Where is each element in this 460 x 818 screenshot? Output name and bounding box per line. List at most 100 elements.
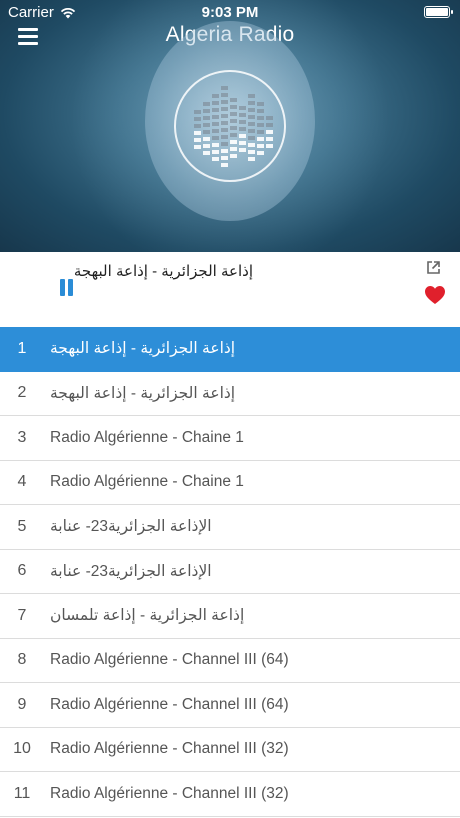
station-name: Radio Algérienne - Channel III (64) (50, 651, 289, 669)
station-name: Radio Algérienne - Channel III (64) (50, 695, 289, 713)
pause-icon[interactable] (58, 279, 76, 297)
station-number: 10 (13, 740, 31, 758)
station-name: إذاعة الجزائرية - إذاعة البهجة (50, 384, 236, 402)
equalizer-icon (194, 86, 273, 167)
equalizer-segment (221, 121, 228, 125)
equalizer-segment (203, 116, 210, 120)
equalizer-segment (221, 163, 228, 167)
station-row[interactable]: 4 Radio Algérienne - Chaine 1 (0, 461, 460, 505)
equalizer-segment (239, 141, 246, 145)
equalizer-segment (239, 148, 246, 152)
station-row[interactable]: 7 إذاعة الجزائرية - إذاعة تلمسان (0, 594, 460, 639)
equalizer-segment (248, 101, 255, 105)
station-number: 2 (17, 384, 27, 402)
equalizer-segment (221, 86, 228, 90)
equalizer-segment (212, 143, 219, 147)
station-number: 8 (17, 651, 27, 669)
station-number: 3 (17, 428, 27, 446)
equalizer-segment (212, 115, 219, 119)
equalizer-segment (257, 151, 264, 155)
equalizer-segment (257, 102, 264, 106)
equalizer-segment (257, 109, 264, 113)
equalizer-segment (266, 116, 273, 120)
station-name: Radio Algérienne - Channel III (32) (50, 784, 289, 802)
station-name: الإذاعة الجزائرية23- عنابة (50, 518, 212, 536)
equalizer-segment (239, 113, 246, 117)
station-name: Radio Algérienne - Channel III (32) (50, 740, 289, 758)
equalizer-segment (203, 137, 210, 141)
equalizer-segment (212, 122, 219, 126)
equalizer-segment (230, 119, 237, 123)
station-row[interactable]: 11 Radio Algérienne - Channel III (32) (0, 772, 460, 817)
equalizer-segment (248, 129, 255, 133)
now-playing-title: إذاعة الجزائرية - إذاعة البهجة (73, 263, 253, 280)
equalizer-segment (230, 133, 237, 137)
equalizer-segment (266, 123, 273, 127)
station-row[interactable]: 9 Radio Algérienne - Channel III (64) (0, 683, 460, 728)
station-number: 9 (17, 695, 27, 713)
station-list: 1 إذاعة الجزائرية - إذاعة البهجة 2 إذاعة ال… (0, 327, 460, 818)
external-link-icon[interactable] (426, 260, 441, 275)
equalizer-segment (221, 142, 228, 146)
equalizer-segment (248, 115, 255, 119)
equalizer-segment (239, 134, 246, 138)
equalizer-segment (239, 120, 246, 124)
equalizer-segment (257, 144, 264, 148)
station-row[interactable]: 3 Radio Algérienne - Chaine 1 (0, 416, 460, 461)
equalizer-segment (212, 108, 219, 112)
equalizer-segment (248, 108, 255, 112)
station-name: الإذاعة الجزائرية23- عنابة (50, 562, 212, 580)
equalizer-segment (257, 123, 264, 127)
equalizer-segment (239, 106, 246, 110)
equalizer-segment (230, 147, 237, 151)
station-row[interactable]: 6 الإذاعة الجزائرية23- عنابة (0, 550, 460, 594)
battery-icon (424, 6, 453, 18)
equalizer-segment (230, 105, 237, 109)
equalizer-segment (203, 109, 210, 113)
station-number: 6 (17, 562, 27, 580)
equalizer-segment (203, 130, 210, 134)
equalizer-segment (257, 137, 264, 141)
station-number: 5 (17, 517, 27, 535)
equalizer-segment (194, 138, 201, 142)
equalizer-segment (212, 129, 219, 133)
equalizer-segment (221, 135, 228, 139)
equalizer-segment (212, 94, 219, 98)
equalizer-segment (194, 117, 201, 121)
equalizer-segment (248, 94, 255, 98)
station-row[interactable]: 8 Radio Algérienne - Channel III (64) (0, 639, 460, 683)
equalizer-segment (194, 145, 201, 149)
equalizer-segment (212, 136, 219, 140)
station-row[interactable]: 10 Radio Algérienne - Channel III (32) (0, 728, 460, 772)
station-row[interactable]: 5 الإذاعة الجزائرية23- عنابة (0, 505, 460, 550)
equalizer-segment (221, 100, 228, 104)
equalizer-segment (257, 116, 264, 120)
equalizer-segment (266, 137, 273, 141)
artwork-frame (174, 70, 286, 182)
station-number: 7 (17, 606, 27, 624)
equalizer-segment (203, 151, 210, 155)
equalizer-segment (194, 124, 201, 128)
equalizer-segment (221, 107, 228, 111)
equalizer-segment (230, 112, 237, 116)
station-name: Radio Algérienne - Chaine 1 (50, 428, 244, 446)
equalizer-segment (212, 157, 219, 161)
equalizer-segment (266, 144, 273, 148)
station-row[interactable]: 2 إذاعة الجزائرية - إذاعة البهجة (0, 372, 460, 416)
station-number: 4 (17, 473, 27, 491)
equalizer-segment (239, 127, 246, 131)
equalizer-segment (230, 98, 237, 102)
heart-icon[interactable] (424, 285, 446, 305)
equalizer-segment (221, 114, 228, 118)
station-row[interactable]: 1 إذاعة الجزائرية - إذاعة البهجة (0, 327, 460, 372)
equalizer-segment (194, 110, 201, 114)
equalizer-segment (203, 144, 210, 148)
equalizer-segment (257, 130, 264, 134)
station-number: 1 (17, 339, 27, 357)
equalizer-segment (248, 157, 255, 161)
equalizer-segment (248, 143, 255, 147)
equalizer-segment (230, 126, 237, 130)
equalizer-segment (221, 93, 228, 97)
hero-header: Carrier 9:03 PM Algeria Radio (0, 0, 460, 252)
status-time: 9:03 PM (201, 4, 259, 21)
